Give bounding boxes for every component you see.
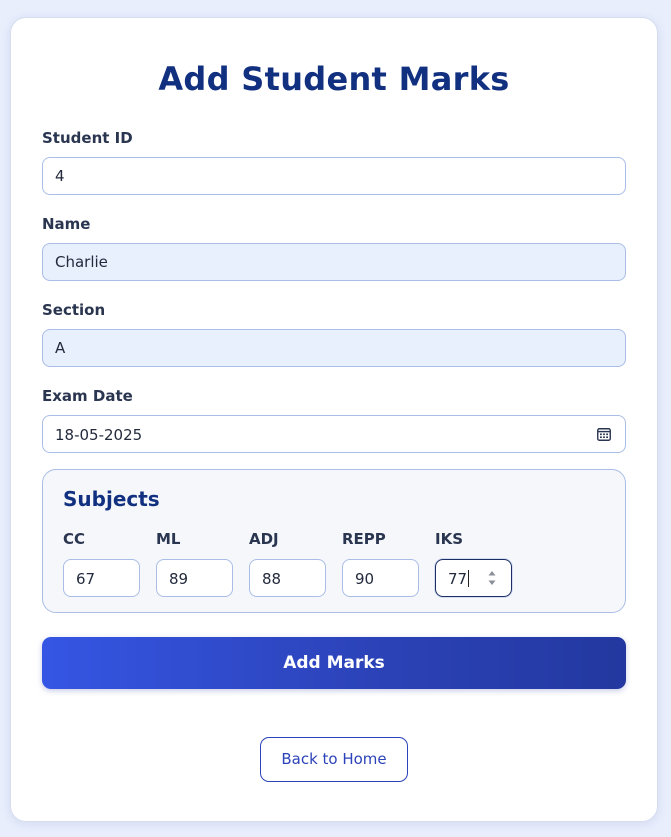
subject-label: REPP bbox=[342, 530, 386, 548]
subject-value: 88 bbox=[262, 570, 282, 588]
subject-value: 67 bbox=[76, 570, 96, 588]
section-label: Section bbox=[42, 301, 106, 319]
subject-iks: IKS 77 bbox=[435, 530, 512, 597]
add-marks-button[interactable]: Add Marks bbox=[42, 637, 626, 689]
number-spinner-icon[interactable] bbox=[487, 569, 497, 587]
subject-input-repp[interactable]: 90 bbox=[342, 559, 419, 597]
name-input[interactable] bbox=[42, 243, 626, 281]
subject-label: ML bbox=[156, 530, 181, 548]
spinner-up-icon[interactable] bbox=[488, 571, 496, 576]
subject-ml: ML 89 bbox=[156, 530, 233, 597]
exam-date-value: 18-05-2025 bbox=[55, 426, 143, 444]
section-input[interactable] bbox=[42, 329, 626, 367]
subject-value: 77 bbox=[448, 570, 468, 588]
calendar-icon[interactable] bbox=[597, 427, 611, 441]
subject-input-iks[interactable]: 77 bbox=[435, 559, 512, 597]
subject-value: 90 bbox=[355, 570, 375, 588]
subject-cc: CC 67 bbox=[63, 530, 140, 597]
exam-date-input[interactable]: 18-05-2025 bbox=[42, 415, 626, 453]
subject-input-cc[interactable]: 67 bbox=[63, 559, 140, 597]
student-id-input[interactable] bbox=[42, 157, 626, 195]
subject-value: 89 bbox=[169, 570, 189, 588]
name-label: Name bbox=[42, 215, 91, 233]
form-card: Add Student Marks Student ID Name Sectio… bbox=[10, 17, 658, 822]
page-title: Add Student Marks bbox=[158, 60, 510, 98]
subject-input-ml[interactable]: 89 bbox=[156, 559, 233, 597]
spinner-down-icon[interactable] bbox=[488, 580, 496, 586]
text-caret bbox=[468, 570, 470, 587]
subject-repp: REPP 90 bbox=[342, 530, 419, 597]
subject-input-adj[interactable]: 88 bbox=[249, 559, 326, 597]
student-id-label: Student ID bbox=[42, 129, 133, 147]
subject-label: IKS bbox=[435, 530, 464, 548]
subject-adj: ADJ 88 bbox=[249, 530, 326, 597]
back-to-home-button[interactable]: Back to Home bbox=[260, 737, 408, 782]
subject-label: ADJ bbox=[249, 530, 279, 548]
subject-label: CC bbox=[63, 530, 86, 548]
subjects-panel: Subjects CC 67 ML 89 ADJ 88 REPP 90 IKS … bbox=[42, 469, 626, 613]
subject-value-wrap: 77 bbox=[448, 570, 470, 588]
subjects-heading: Subjects bbox=[63, 487, 160, 511]
exam-date-label: Exam Date bbox=[42, 387, 133, 405]
